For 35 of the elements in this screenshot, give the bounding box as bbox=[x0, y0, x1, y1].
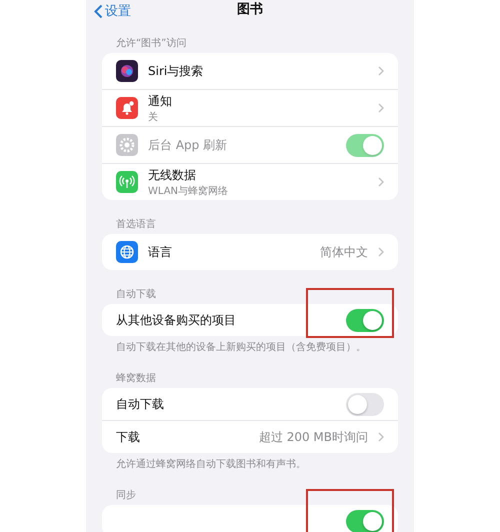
section-header: 自动下载 bbox=[116, 288, 157, 301]
back-icon bbox=[94, 4, 103, 18]
section-header: 同步 bbox=[116, 488, 137, 502]
section-header: 允许“图书”访问 bbox=[116, 36, 188, 50]
gear-icon bbox=[116, 134, 138, 156]
globe-icon bbox=[116, 241, 138, 263]
toggle-switch[interactable] bbox=[346, 510, 384, 532]
back-button[interactable]: 设置 bbox=[94, 2, 131, 20]
row-value: 超过 200 MB时询问 bbox=[258, 428, 368, 446]
chevron-icon bbox=[378, 103, 384, 113]
row-subtitle: WLAN与蜂窝网络 bbox=[148, 184, 230, 198]
row-label: 自动下载 bbox=[116, 396, 165, 412]
row-value: 简体中文 bbox=[320, 244, 368, 260]
row-label: 语言 bbox=[148, 244, 173, 260]
section-header: 蜂窝数据 bbox=[116, 372, 157, 385]
chevron-icon bbox=[378, 432, 384, 442]
section-footer: 自动下载在其他的设备上新购买的项目（含免费项目）。 bbox=[116, 340, 398, 354]
chevron-icon bbox=[378, 66, 384, 76]
row-label: Siri与搜索 bbox=[148, 62, 204, 80]
toggle-switch[interactable] bbox=[346, 392, 384, 416]
row-label: 无线数据 bbox=[148, 166, 197, 184]
page-title: 图书 bbox=[237, 1, 263, 18]
toggle-switch[interactable] bbox=[346, 308, 384, 332]
notification-icon bbox=[116, 97, 138, 119]
row-subtitle: 关 bbox=[148, 110, 159, 124]
section-footer: 允许通过蜂窝网络自动下载图书和有声书。 bbox=[116, 457, 398, 471]
row-label: 从其他设备购买的项目 bbox=[116, 312, 237, 328]
chevron-icon bbox=[378, 177, 384, 187]
chevron-icon bbox=[378, 247, 384, 257]
row-label: 通知 bbox=[148, 92, 173, 110]
antenna-icon bbox=[116, 171, 138, 193]
siri-icon bbox=[116, 60, 138, 82]
section-header: 首选语言 bbox=[116, 218, 157, 231]
row-label: 后台 App 刷新 bbox=[148, 136, 228, 154]
row-label: 下载 bbox=[116, 428, 141, 446]
